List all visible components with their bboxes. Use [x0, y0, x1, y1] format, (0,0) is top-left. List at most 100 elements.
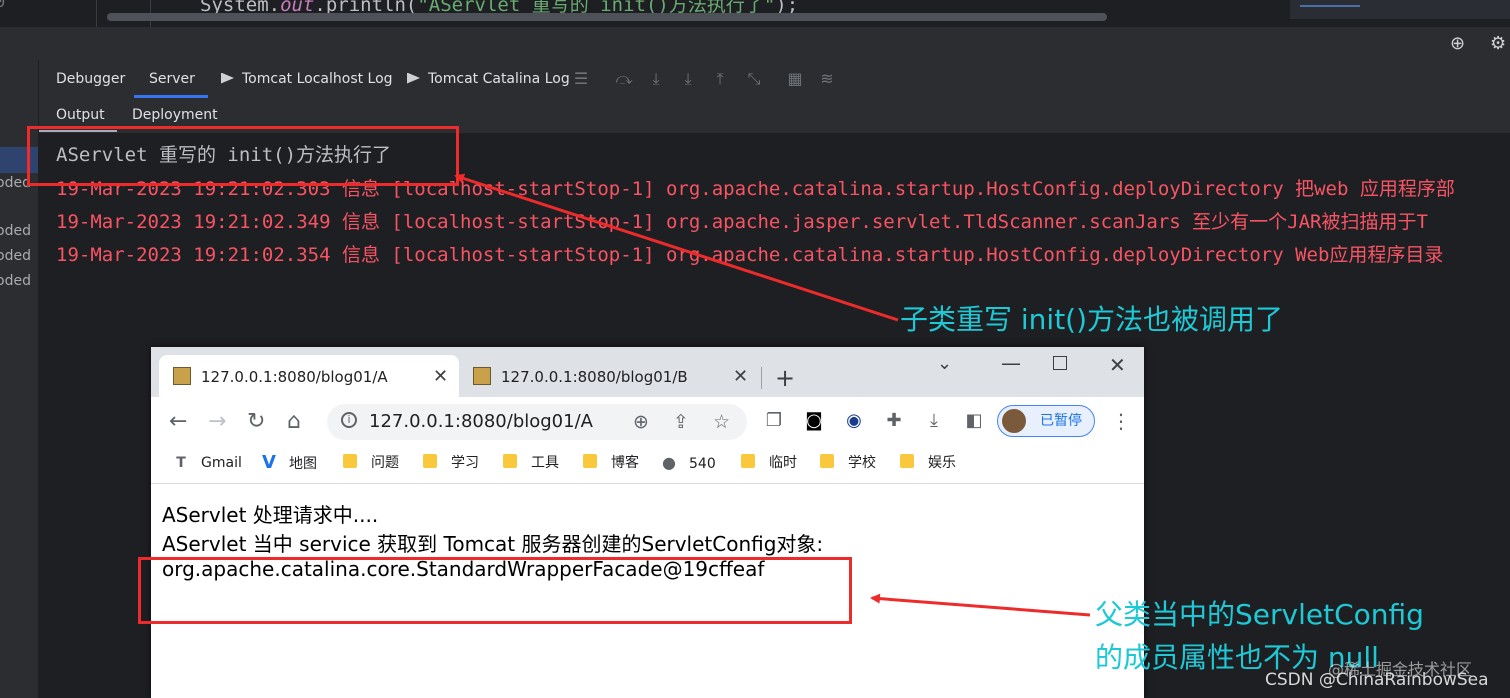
maximize-icon[interactable]: [1053, 356, 1067, 370]
bookmarks-bar: T Gmail V 地图 问题 学习 工具 博客 ● 540 临时 学校 娱乐: [151, 447, 1144, 484]
bookmark-gmail[interactable]: T Gmail: [173, 447, 242, 479]
tool-window-header: ⊕ ⚙: [0, 27, 1510, 61]
browser-toolbar: ← → ↻ ⌂ i 127.0.0.1:8080/blog01/A ⊕ ⇪ ☆ …: [151, 397, 1144, 447]
bookmark-folder[interactable]: 工具: [503, 447, 559, 479]
folder-icon: [583, 454, 597, 468]
bookmark-540[interactable]: ● 540: [661, 447, 716, 479]
more-menu-icon[interactable]: ⋮: [1111, 409, 1131, 433]
minimap-line: [1300, 5, 1360, 7]
sidebar-item-label[interactable]: oded: [0, 248, 31, 264]
extensions-puzzle-icon[interactable]: ✚: [883, 410, 905, 432]
bookmark-label: 学习: [451, 455, 479, 471]
highlight-box-console: [27, 126, 459, 186]
folder-icon: [343, 454, 357, 468]
reload-icon[interactable]: ↻: [247, 410, 265, 434]
browser-tab-title: 127.0.0.1:8080/blog01/B: [501, 368, 688, 386]
tab-label: Tomcat Localhost Log: [242, 71, 393, 87]
bookmark-label: 娱乐: [928, 455, 956, 471]
bookmark-folder[interactable]: 临时: [741, 447, 797, 479]
address-url: 127.0.0.1:8080/blog01/A: [369, 411, 593, 432]
browser-tabstrip: 127.0.0.1:8080/blog01/A ✕ 127.0.0.1:8080…: [151, 347, 1144, 397]
browser-tab-b[interactable]: 127.0.0.1:8080/blog01/B ✕: [459, 355, 759, 397]
share-icon[interactable]: ⇪: [673, 410, 689, 434]
bookmark-label: 540: [689, 456, 716, 472]
avatar: [1002, 409, 1026, 433]
tab-label: Tomcat Catalina Log: [428, 71, 570, 87]
browser-tab-title: 127.0.0.1:8080/blog01/A: [201, 368, 388, 386]
site-info-icon[interactable]: i: [341, 412, 357, 428]
chevron-down-icon[interactable]: ⌄: [937, 353, 952, 374]
bookmark-maps[interactable]: V 地图: [261, 447, 317, 479]
bookmark-folder[interactable]: 娱乐: [900, 447, 956, 479]
console-line: 19-Mar-2023 19:21:02.349 信息 [localhost-s…: [56, 211, 1428, 233]
sidebar-item-label[interactable]: oded: [0, 223, 31, 239]
bookmark-label: Gmail: [201, 455, 242, 471]
minimap[interactable]: [1290, 0, 1510, 19]
profile-label: 已暂停: [1040, 413, 1082, 429]
menu-icon[interactable]: ☰: [572, 70, 590, 88]
step-over-icon[interactable]: ⤼: [615, 70, 633, 88]
bookmark-folder[interactable]: 博客: [583, 447, 639, 479]
folder-icon: [820, 454, 834, 468]
bookmark-label: 问题: [371, 455, 399, 471]
folder-icon: [423, 454, 437, 468]
bookmark-folder[interactable]: 问题: [343, 447, 399, 479]
evaluate-icon[interactable]: ▦: [786, 70, 804, 88]
folder-icon: [900, 454, 914, 468]
horizontal-scrollbar[interactable]: [107, 13, 1107, 21]
folder-icon: [741, 454, 755, 468]
zoom-icon[interactable]: ⊕: [633, 410, 649, 434]
bookmark-label: 工具: [531, 455, 559, 471]
tab-tomcat-catalina-log[interactable]: Tomcat Catalina Log: [407, 60, 570, 98]
bookmark-label: 地图: [289, 456, 317, 472]
annotation-console-note: 子类重写 init()方法也被调用了: [900, 303, 1284, 336]
tomcat-favicon-icon: [473, 367, 491, 385]
crosshair-icon[interactable]: ⊕: [1450, 35, 1468, 53]
step-into-icon[interactable]: ⤓: [647, 70, 665, 88]
line-number: 50: [0, 0, 6, 11]
gear-icon[interactable]: ⚙: [1490, 35, 1508, 53]
console-line: 19-Mar-2023 19:21:02.354 信息 [localhost-s…: [56, 244, 1444, 266]
close-tab-icon[interactable]: ✕: [733, 355, 748, 399]
tab-server[interactable]: Server: [149, 60, 195, 98]
home-icon[interactable]: ⌂: [287, 410, 301, 434]
close-window-icon[interactable]: ✕: [1109, 353, 1126, 377]
globe-icon: ●: [662, 453, 676, 472]
editor-strip: 50 System.out.println("AServlet 重写的 init…: [0, 0, 1510, 27]
bookmark-label: 临时: [769, 455, 797, 471]
profile-button[interactable]: 已暂停: [997, 405, 1095, 437]
trace-icon[interactable]: ≋: [818, 70, 836, 88]
tab-search-icon[interactable]: ❐: [763, 410, 785, 432]
run-to-cursor-icon[interactable]: ⤡: [745, 70, 763, 88]
side-panel-icon[interactable]: ◧: [963, 410, 985, 432]
minimize-icon[interactable]: —: [1001, 353, 1021, 373]
download-icon[interactable]: ⤓: [923, 410, 945, 432]
page-text-line: AServlet 当中 service 获取到 Tomcat 服务器创建的Ser…: [162, 532, 824, 556]
bookmark-star-icon[interactable]: ☆: [713, 410, 730, 434]
bookmark-label: 博客: [611, 455, 639, 471]
gutter-divider: [96, 0, 97, 27]
tool-window-tabs: Debugger Server Tomcat Localhost Log Tom…: [39, 60, 1510, 98]
bookmark-folder[interactable]: 学习: [423, 447, 479, 479]
step-out-icon[interactable]: ⤒: [711, 70, 729, 88]
sidebar-item-label[interactable]: oded: [0, 273, 31, 289]
address-bar[interactable]: i 127.0.0.1:8080/blog01/A ⊕ ⇪ ☆: [327, 404, 747, 440]
force-step-into-icon[interactable]: ⤓: [679, 70, 697, 88]
log-icon: [407, 72, 420, 84]
forward-icon[interactable]: →: [208, 410, 226, 434]
new-tab-icon[interactable]: +: [775, 363, 795, 393]
close-tab-icon[interactable]: ✕: [433, 355, 448, 399]
bookmark-label: 学校: [848, 455, 876, 471]
back-icon[interactable]: ←: [169, 410, 187, 434]
tab-debugger[interactable]: Debugger: [56, 60, 125, 98]
bookmark-folder[interactable]: 学校: [820, 447, 876, 479]
extension-icon[interactable]: ◉: [843, 410, 865, 432]
browser-tab-a[interactable]: 127.0.0.1:8080/blog01/A ✕: [159, 355, 459, 397]
page-text-line: AServlet 处理请求中....: [162, 503, 379, 527]
log-icon: [221, 72, 234, 84]
maps-icon: V: [262, 452, 276, 473]
extension-icon[interactable]: ◙: [803, 410, 825, 432]
tab-tomcat-localhost-log[interactable]: Tomcat Localhost Log: [221, 60, 393, 98]
tomcat-favicon-icon: [173, 367, 191, 385]
browser-window: 127.0.0.1:8080/blog01/A ✕ 127.0.0.1:8080…: [151, 347, 1144, 698]
